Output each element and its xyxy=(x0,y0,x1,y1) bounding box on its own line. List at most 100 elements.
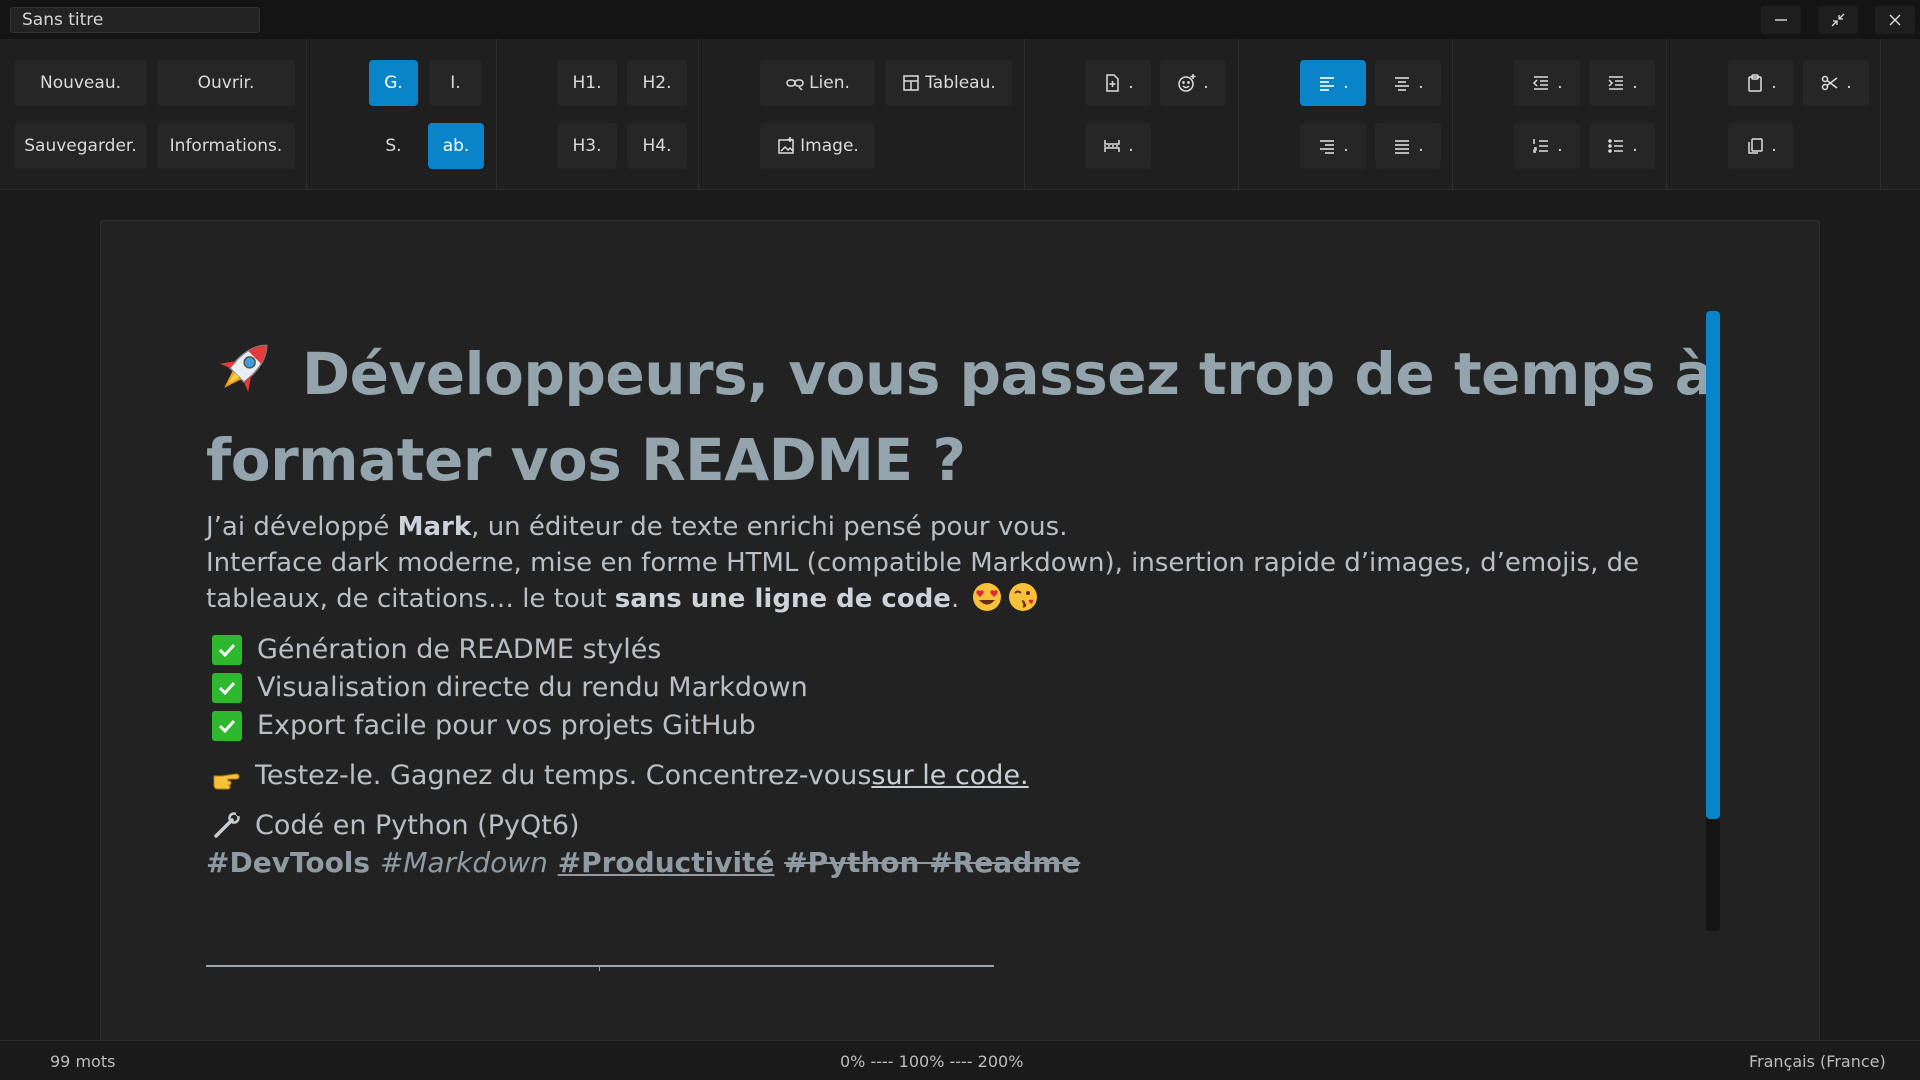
zoom-scale[interactable]: 0% ---- 100% ---- 200% xyxy=(840,1052,1023,1071)
tag-productivite: #Productivité xyxy=(557,846,775,879)
dot-label: . xyxy=(1771,73,1777,93)
check-mark-icon xyxy=(212,635,242,665)
document-title-field[interactable]: Sans titre xyxy=(10,7,260,33)
align-left-button[interactable]: . xyxy=(1300,60,1366,106)
image-label: Image. xyxy=(800,136,859,156)
align-center-button[interactable]: . xyxy=(1375,60,1441,106)
page-break-icon xyxy=(1102,136,1122,156)
link-icon xyxy=(785,73,805,93)
bold-button[interactable]: G. xyxy=(369,60,418,106)
page-break-button[interactable]: . xyxy=(1085,123,1151,169)
language-indicator[interactable]: Français (France) xyxy=(1749,1052,1886,1071)
save-button[interactable]: Sauvegarder. xyxy=(14,123,147,169)
h1-button[interactable]: H1. xyxy=(557,60,617,106)
document-content[interactable]: Développeurs, vous passez trop de temps … xyxy=(206,331,1736,881)
dot-label: . xyxy=(1771,136,1777,156)
dot-label: . xyxy=(1632,73,1638,93)
tag-python-readme: #Python #Readme xyxy=(784,846,1081,879)
cta-line: Testez-le. Gagnez du temps. Concentrez-v… xyxy=(206,757,1736,795)
toolbar: Nouveau. Ouvrir. Sauvegarder. Informatio… xyxy=(0,39,1920,190)
list-item: Génération de README stylés xyxy=(206,631,1736,669)
image-button[interactable]: Image. xyxy=(760,123,875,169)
emoji-button[interactable]: . xyxy=(1160,60,1226,106)
title-bar: Sans titre xyxy=(0,0,1920,39)
copy-button[interactable]: . xyxy=(1728,123,1794,169)
h4-button[interactable]: H4. xyxy=(627,123,687,169)
new-page-button[interactable]: . xyxy=(1085,60,1151,106)
dot-label: . xyxy=(1343,73,1349,93)
h2-button[interactable]: H2. xyxy=(627,60,687,106)
list-item: Export facile pour vos projets GitHub xyxy=(206,707,1736,745)
align-right-button[interactable]: . xyxy=(1300,123,1366,169)
italic-button[interactable]: I. xyxy=(429,60,482,106)
justify-icon xyxy=(1392,136,1412,156)
intro-paragraph: J’ai développé Mark, un éditeur de texte… xyxy=(206,509,1736,617)
align-right-icon xyxy=(1317,136,1337,156)
dot-label: . xyxy=(1632,136,1638,156)
check-mark-icon xyxy=(212,673,242,703)
new-button[interactable]: Nouveau. xyxy=(14,60,147,106)
intro-bold-phrase: sans une ligne de code xyxy=(614,584,951,614)
toolbar-separator xyxy=(306,39,307,190)
coded-in-line: Codé en Python (PyQt6) xyxy=(206,807,1736,845)
word-count: 99 mots xyxy=(50,1052,116,1071)
list-item-text: Export facile pour vos projets GitHub xyxy=(257,710,756,741)
minimize-icon xyxy=(1775,19,1787,21)
editor-area: Développeurs, vous passez trop de temps … xyxy=(0,190,1920,1050)
paste-button[interactable]: . xyxy=(1728,60,1794,106)
close-icon xyxy=(1889,14,1901,26)
emoji-icon xyxy=(1177,73,1197,93)
strike-button[interactable]: S. xyxy=(369,123,418,169)
coded-in-text: Codé en Python (PyQt6) xyxy=(255,810,580,841)
heart-eyes-emoji-icon xyxy=(973,583,1002,611)
wrench-icon xyxy=(214,811,241,838)
table-border xyxy=(206,965,994,967)
underline-button[interactable]: ab. xyxy=(428,123,484,169)
list-item: Visualisation directe du rendu Markdown xyxy=(206,669,1736,707)
toolbar-separator xyxy=(1024,39,1025,190)
table-label: Tableau. xyxy=(925,73,996,93)
cut-button[interactable]: . xyxy=(1803,60,1869,106)
minimize-button[interactable] xyxy=(1761,6,1801,34)
document-page[interactable]: Développeurs, vous passez trop de temps … xyxy=(100,220,1820,1050)
pointing-hand-icon xyxy=(213,773,240,790)
cta-text: Testez-le. Gagnez du temps. Concentrez-v… xyxy=(255,760,872,791)
open-button[interactable]: Ouvrir. xyxy=(157,60,295,106)
heading-text: Développeurs, vous passez trop de temps … xyxy=(206,340,1714,494)
scrollbar-thumb[interactable] xyxy=(1706,311,1720,819)
cta-link[interactable]: sur le code. xyxy=(871,757,1028,795)
scissors-icon xyxy=(1820,73,1840,93)
indent-button[interactable]: . xyxy=(1589,60,1655,106)
list-item-text: Génération de README stylés xyxy=(257,634,662,665)
h3-button[interactable]: H3. xyxy=(557,123,617,169)
info-button[interactable]: Informations. xyxy=(157,123,295,169)
toolbar-separator xyxy=(1238,39,1239,190)
dot-label: . xyxy=(1557,136,1563,156)
add-page-icon xyxy=(1102,73,1122,93)
dot-label: . xyxy=(1128,73,1134,93)
table-button[interactable]: Tableau. xyxy=(885,60,1012,106)
hashtags: #DevTools #Markdown #Productivité #Pytho… xyxy=(206,845,1736,881)
table-icon xyxy=(901,73,921,93)
indent-icon xyxy=(1606,73,1626,93)
copy-icon xyxy=(1745,136,1765,156)
vertical-scrollbar[interactable] xyxy=(1706,311,1720,931)
toolbar-separator xyxy=(698,39,699,190)
clipboard-icon xyxy=(1745,73,1765,93)
image-icon xyxy=(776,136,796,156)
link-button[interactable]: Lien. xyxy=(760,60,875,106)
justify-button[interactable]: . xyxy=(1375,123,1441,169)
dot-label: . xyxy=(1557,73,1563,93)
list-item-text: Visualisation directe du rendu Markdown xyxy=(257,672,808,703)
close-button[interactable] xyxy=(1875,6,1915,34)
restore-icon xyxy=(1831,13,1845,27)
restore-button[interactable] xyxy=(1818,6,1858,34)
numbered-list-icon xyxy=(1531,136,1551,156)
numbered-list-button[interactable]: . xyxy=(1514,123,1580,169)
dot-label: . xyxy=(1343,136,1349,156)
toolbar-separator xyxy=(496,39,497,190)
bullet-list-button[interactable]: . xyxy=(1589,123,1655,169)
kissing-wink-emoji-icon xyxy=(1009,583,1038,611)
outdent-button[interactable]: . xyxy=(1514,60,1580,106)
tag-devtools: #DevTools xyxy=(206,846,371,879)
